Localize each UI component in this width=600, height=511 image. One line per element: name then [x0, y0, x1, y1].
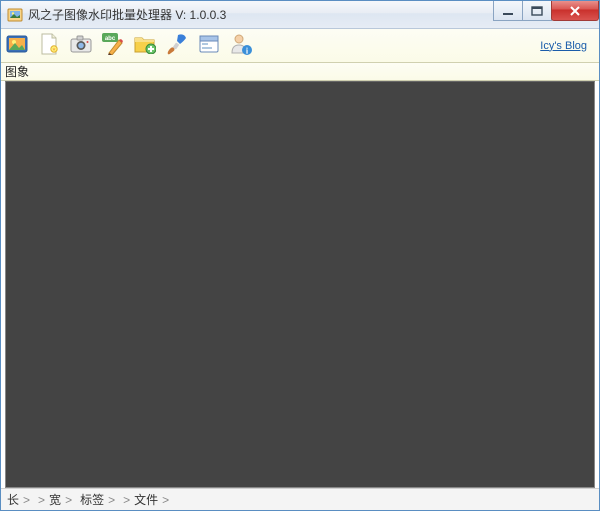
brush-icon	[167, 33, 187, 58]
app-icon	[7, 7, 23, 23]
canvas-wrap	[1, 81, 599, 488]
user-info-icon: i	[230, 33, 252, 58]
blog-link[interactable]: Icy's Blog	[540, 40, 587, 52]
status-sep: >	[162, 493, 169, 507]
camera-button[interactable]	[69, 34, 93, 58]
user-info-button[interactable]: i	[229, 34, 253, 58]
status-file-label: 文件	[134, 491, 158, 508]
new-page-icon	[39, 33, 59, 58]
titlebar: 风之子图像水印批量处理器 V: 1.0.0.3	[1, 1, 599, 29]
maximize-button[interactable]	[522, 1, 552, 21]
subheader-label: 图象	[5, 63, 29, 80]
text-watermark-icon: abc	[102, 33, 124, 58]
status-sep: >	[23, 493, 30, 507]
status-tags-label: 标签	[80, 491, 104, 508]
minimize-button[interactable]	[493, 1, 523, 21]
open-image-button[interactable]	[5, 34, 29, 58]
text-watermark-button[interactable]: abc	[101, 34, 125, 58]
status-sep: >	[65, 493, 72, 507]
open-image-icon	[6, 34, 28, 57]
add-folder-icon	[134, 34, 156, 57]
window-settings-icon	[199, 35, 219, 56]
image-canvas[interactable]	[5, 81, 595, 488]
status-length-label: 长	[7, 491, 19, 508]
close-button[interactable]	[551, 1, 599, 21]
window-settings-button[interactable]	[197, 34, 221, 58]
status-sep: >	[123, 493, 130, 507]
window-title: 风之子图像水印批量处理器 V: 1.0.0.3	[28, 6, 226, 23]
camera-icon	[70, 35, 92, 56]
status-sep: >	[108, 493, 115, 507]
add-folder-button[interactable]	[133, 34, 157, 58]
window-buttons	[494, 1, 599, 21]
statusbar: 长 > > 宽 > 标签 > > 文件 >	[1, 488, 599, 510]
svg-text:abc: abc	[105, 36, 116, 42]
new-page-button[interactable]	[37, 34, 61, 58]
toolbar: abc	[1, 29, 599, 63]
status-width-label: 宽	[49, 491, 61, 508]
status-sep: >	[38, 493, 45, 507]
brush-button[interactable]	[165, 34, 189, 58]
subheader: 图象	[1, 63, 599, 81]
